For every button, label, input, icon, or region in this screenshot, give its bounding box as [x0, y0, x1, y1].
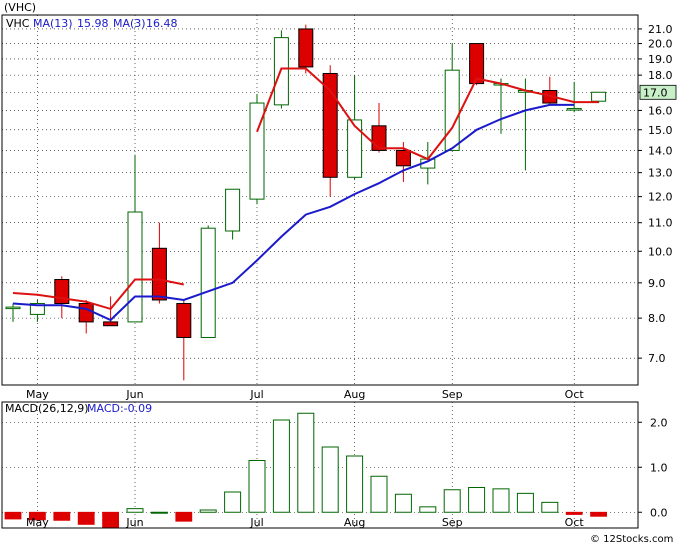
price-x-label: Jul	[249, 388, 263, 401]
legend-macd-value: MACD:-0.09	[87, 402, 152, 415]
candle-body	[322, 72, 338, 178]
candle-body	[298, 28, 314, 68]
legend-macd-params: MACD(26,12,9)	[5, 402, 89, 415]
price-y-tick-label: 20.0	[648, 38, 673, 51]
macd-bar	[516, 492, 534, 513]
macd-bar	[102, 511, 119, 528]
macd-x-label: Sep	[442, 516, 463, 529]
macd-bar	[394, 493, 412, 513]
macd-x-label: May	[26, 516, 49, 529]
macd-bar	[370, 475, 388, 513]
macd-bar	[175, 511, 193, 522]
price-y-tick-label: 13.0	[648, 167, 673, 180]
macd-bar	[321, 446, 339, 513]
macd-bar	[468, 487, 486, 513]
macd-bar	[492, 488, 510, 513]
macd-x-label: Aug	[344, 516, 365, 529]
last-price-badge: 17.0	[639, 84, 677, 100]
legend-ma13-value: 15.98	[77, 17, 109, 30]
price-y-tick-label: 14.0	[648, 144, 673, 157]
price-x-label: Aug	[344, 388, 365, 401]
macd-bar	[77, 511, 95, 525]
chart-title: (VHC)	[4, 1, 36, 14]
macd-bar	[419, 506, 437, 513]
legend-ma3-value: 16.48	[146, 17, 178, 30]
macd-bar	[248, 460, 266, 513]
candle-body	[54, 279, 70, 305]
macd-bar	[590, 511, 607, 517]
macd-bar	[346, 455, 364, 513]
candle-body	[151, 247, 167, 301]
last-price-text: 17.0	[643, 86, 668, 99]
legend-ma13-label: MA(13)	[33, 17, 73, 30]
price-y-tick-label: 19.0	[648, 53, 673, 66]
macd-bar	[565, 511, 583, 515]
macd-y-tick-label: 0.0	[650, 506, 668, 519]
macd-bar	[224, 491, 242, 513]
macd-bar	[199, 509, 217, 513]
candle-body	[127, 211, 143, 323]
candle-body	[395, 149, 411, 167]
candle	[298, 24, 314, 74]
macd-bar	[541, 501, 559, 513]
candle-body	[566, 108, 582, 111]
macd-bar	[126, 508, 144, 513]
macd-x-label: Oct	[565, 516, 585, 529]
macd-bar	[150, 511, 168, 514]
macd-bar	[53, 511, 71, 521]
legend-symbol: VHC	[6, 17, 30, 30]
price-y-tick-label: 18.0	[648, 69, 673, 82]
price-x-label: Sep	[442, 388, 463, 401]
candle-body	[444, 69, 460, 151]
candle-body	[225, 188, 241, 232]
price-x-label: Oct	[565, 388, 585, 401]
macd-y-tick-label: 1.0	[650, 461, 668, 474]
price-y-tick-label: 12.0	[648, 191, 673, 204]
price-y-tick-label: 16.0	[648, 104, 673, 117]
price-y-tick-label: 11.0	[648, 217, 673, 230]
candle-body	[176, 303, 192, 338]
candle-body	[5, 306, 21, 310]
price-y-tick-label: 8.0	[648, 312, 666, 325]
candle-body	[371, 125, 387, 151]
candle-body	[78, 303, 94, 323]
price-y-tick-label: 21.0	[648, 23, 673, 36]
macd-bar	[443, 489, 461, 513]
price-y-tick-label: 9.0	[648, 277, 666, 290]
price-y-tick-label: 15.0	[648, 124, 673, 137]
macd-bar	[4, 511, 22, 520]
candle	[249, 94, 265, 205]
candle-body	[347, 119, 363, 178]
price-y-tick-label: 10.0	[648, 245, 673, 258]
stock-chart: 7.0 8.0 9.0 10.0 11.0 12.0 13.0 14.0 15.0 16.0 17.…	[0, 0, 680, 546]
price-x-label: Jun	[125, 388, 143, 401]
copyright-text: © 12Stocks.com	[590, 534, 673, 545]
macd-x-label: Jun	[125, 516, 143, 529]
price-y-tick-label: 7.0	[648, 352, 666, 365]
candle	[200, 225, 216, 338]
price-x-label: May	[26, 388, 49, 401]
legend-ma3-label: MA(3)	[113, 17, 146, 30]
candle-body	[103, 321, 119, 327]
candle-body	[591, 91, 607, 102]
chart-background	[0, 0, 680, 546]
macd-bar	[272, 419, 290, 513]
macd-y-tick-label: 2.0	[650, 416, 668, 429]
candle-body	[200, 227, 216, 338]
macd-bar	[297, 412, 315, 513]
macd-x-label: Jul	[249, 516, 263, 529]
